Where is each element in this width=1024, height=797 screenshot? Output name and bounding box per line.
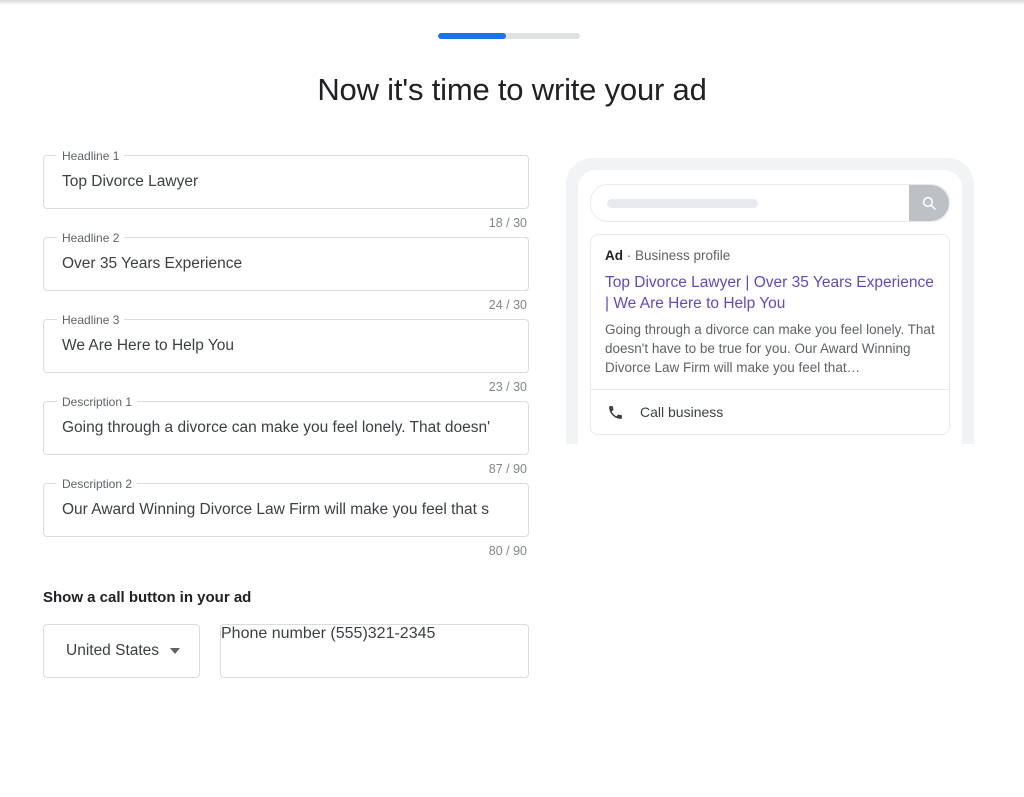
phone-mockup-frame: Ad · Business profile Top Divorce Lawyer… — [566, 158, 974, 444]
ad-badge: Ad — [605, 248, 623, 263]
headline-1-value: Top Divorce Lawyer — [62, 173, 199, 190]
description-2-input[interactable]: Description 2 Our Award Winning Divorce … — [43, 477, 529, 537]
description-2-value: Our Award Winning Divorce Law Firm will … — [62, 501, 489, 518]
ad-label: Ad · Business profile — [605, 248, 935, 263]
call-button-section-heading: Show a call button in your ad — [43, 589, 252, 606]
phone-mockup-screen: Ad · Business profile Top Divorce Lawyer… — [578, 170, 962, 444]
chevron-down-icon — [170, 648, 181, 654]
description-1-value: Going through a divorce can make you fee… — [62, 419, 491, 436]
description-1-label: Description 1 — [57, 395, 138, 409]
headline-3-value: We Are Here to Help You — [62, 337, 235, 354]
ad-preview-panel: Ad · Business profile Top Divorce Lawyer… — [566, 158, 974, 444]
search-placeholder-bar — [607, 198, 758, 208]
headline-2-value: Over 35 Years Experience — [62, 255, 243, 272]
progress-fill — [438, 33, 507, 39]
preview-search-bar — [590, 184, 950, 222]
headline-3-input[interactable]: Headline 3 We Are Here to Help You — [43, 313, 529, 373]
description-1-counter: 87 / 90 — [488, 462, 527, 476]
description-2-label: Description 2 — [57, 477, 138, 491]
call-business-action[interactable]: Call business — [591, 389, 949, 434]
call-business-label: Call business — [640, 404, 724, 420]
phone-number-input[interactable]: Phone number (555)321-2345 — [220, 624, 529, 678]
phone-number-label: Phone number — [221, 625, 326, 642]
description-2-counter: 80 / 90 — [488, 544, 527, 558]
ad-label-rest: · Business profile — [623, 248, 731, 263]
country-select[interactable]: United States — [43, 624, 200, 678]
window-top-edge — [0, 0, 1024, 5]
page-title: Now it's time to write your ad — [317, 72, 707, 107]
headline-3-counter: 23 / 30 — [488, 380, 527, 394]
search-icon — [909, 185, 949, 221]
headline-1-label: Headline 1 — [57, 149, 125, 163]
ad-preview-headline[interactable]: Top Divorce Lawyer | Over 35 Years Exper… — [605, 272, 935, 314]
ad-preview-description: Going through a divorce can make you fee… — [605, 322, 935, 375]
field-headline-2-block: Headline 2 Over 35 Years Experience 24 /… — [43, 231, 529, 313]
country-select-value: United States — [66, 642, 160, 659]
field-description-2-block: Description 2 Our Award Winning Divorce … — [43, 477, 529, 559]
field-headline-3-block: Headline 3 We Are Here to Help You 23 / … — [43, 313, 529, 395]
field-description-1-block: Description 1 Going through a divorce ca… — [43, 395, 529, 477]
setup-progress-bar — [438, 33, 580, 39]
headline-2-input[interactable]: Headline 2 Over 35 Years Experience — [43, 231, 529, 291]
headline-3-label: Headline 3 — [57, 313, 125, 327]
ad-text-form: Headline 1 Top Divorce Lawyer 18 / 30 He… — [43, 149, 529, 678]
phone-icon — [607, 404, 624, 421]
headline-2-counter: 24 / 30 — [488, 298, 527, 312]
description-1-input[interactable]: Description 1 Going through a divorce ca… — [43, 395, 529, 455]
call-button-row: United States Phone number (555)321-2345 — [43, 624, 529, 678]
ad-preview-card: Ad · Business profile Top Divorce Lawyer… — [590, 234, 950, 435]
field-headline-1-block: Headline 1 Top Divorce Lawyer 18 / 30 — [43, 149, 529, 231]
headline-1-input[interactable]: Headline 1 Top Divorce Lawyer — [43, 149, 529, 209]
headline-2-label: Headline 2 — [57, 231, 125, 245]
headline-1-counter: 18 / 30 — [488, 216, 527, 230]
phone-number-value: (555)321-2345 — [330, 625, 436, 642]
